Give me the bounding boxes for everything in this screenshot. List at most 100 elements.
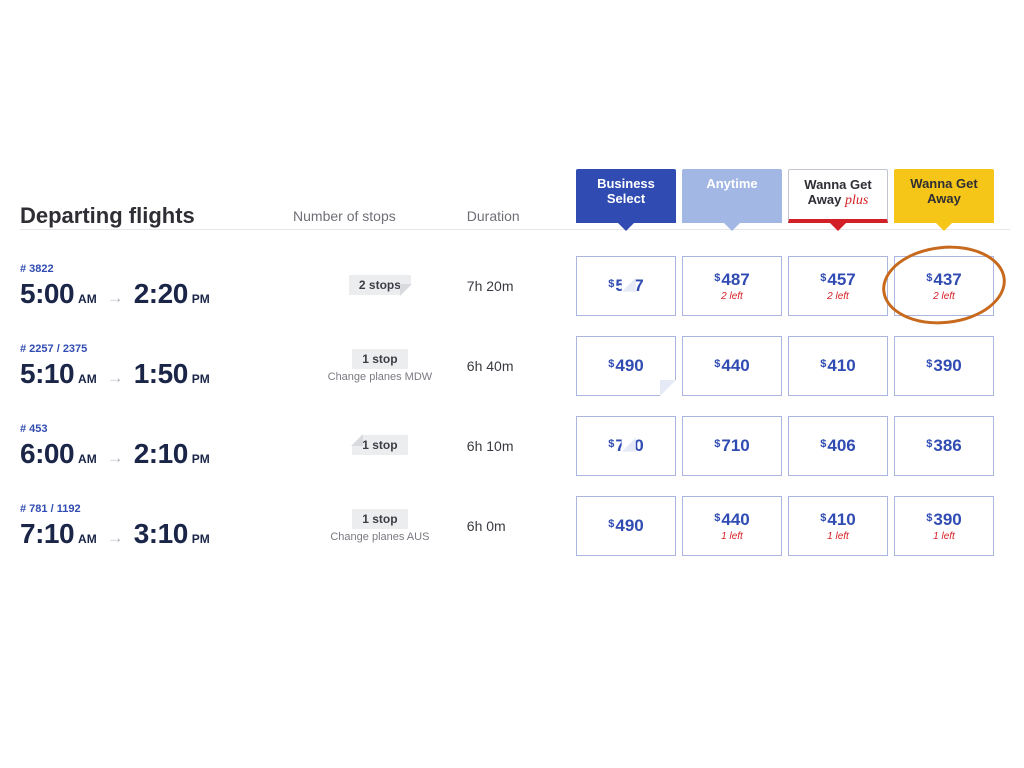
fare-class-line2: Away — [927, 191, 961, 206]
fare-price: $457 — [820, 270, 856, 290]
arrow-right-icon: → — [105, 288, 126, 308]
duration-value: 6h 40m — [467, 358, 576, 374]
stops-badge: 1 stop — [352, 349, 407, 369]
flight-row: # 38225:00AM→2:20PM2 stops7h 20m$537$487… — [20, 250, 1010, 330]
flight-rows: # 38225:00AM→2:20PM2 stops7h 20m$537$487… — [20, 250, 1010, 570]
arrival-time: 1:50 — [134, 358, 188, 390]
flight-number[interactable]: # 3822 — [20, 263, 293, 275]
departure-time: 6:00 — [20, 438, 74, 470]
chevron-down-icon — [616, 221, 636, 231]
seats-left-note: 1 left — [721, 531, 743, 542]
fare-option[interactable]: $490 — [576, 496, 676, 556]
departure-ampm: AM — [78, 452, 97, 466]
fare-price: $437 — [926, 270, 962, 290]
arrival-ampm: PM — [192, 372, 210, 386]
stops-cell[interactable]: 1 stop — [293, 435, 467, 457]
fare-option[interactable]: $537 — [576, 256, 676, 316]
duration-value: 7h 20m — [467, 278, 576, 294]
departure-time: 5:10 — [20, 358, 74, 390]
fare-class-line2: Select — [607, 191, 645, 206]
stops-subtext: Change planes AUS — [293, 531, 467, 543]
fare-price: $410 — [820, 356, 856, 376]
departure-ampm: AM — [78, 532, 97, 546]
chevron-down-icon — [934, 221, 954, 231]
fare-price: $440 — [714, 356, 750, 376]
col-stops-label: Number of stops — [293, 208, 467, 224]
flight-times: 7:10AM→3:10PM — [20, 518, 293, 550]
flight-number[interactable]: # 453 — [20, 423, 293, 435]
fare-price: $390 — [926, 356, 962, 376]
flight-number[interactable]: # 2257 / 2375 — [20, 343, 293, 355]
arrow-right-icon: → — [105, 368, 126, 388]
fare-class-tab[interactable]: Wanna GetAway — [894, 169, 994, 223]
chevron-down-icon — [722, 221, 742, 231]
flight-row: # 4536:00AM→2:10PM1 stop6h 10m$760$710$4… — [20, 410, 1010, 490]
fare-option[interactable]: $4872 left — [682, 256, 782, 316]
duration-value: 6h 0m — [467, 518, 576, 534]
fare-class-line1: Anytime — [706, 176, 757, 191]
seats-left-note: 2 left — [721, 291, 743, 302]
stops-subtext: Change planes MDW — [293, 371, 467, 383]
flight-times: 6:00AM→2:10PM — [20, 438, 293, 470]
fare-price: $487 — [714, 270, 750, 290]
stops-badge: 2 stops — [349, 275, 411, 295]
fare-price: $386 — [926, 436, 962, 456]
arrival-time: 2:20 — [134, 278, 188, 310]
seats-left-note: 1 left — [933, 531, 955, 542]
fare-option[interactable]: $406 — [788, 416, 888, 476]
fare-option[interactable]: $4372 left — [894, 256, 994, 316]
page-curl-icon — [622, 278, 636, 292]
fare-price: $440 — [714, 510, 750, 530]
page-title: Departing flights — [20, 203, 293, 229]
fare-option[interactable]: $4101 left — [788, 496, 888, 556]
fare-option[interactable]: $3901 left — [894, 496, 994, 556]
fare-option[interactable]: $440 — [682, 336, 782, 396]
arrow-right-icon: → — [105, 448, 126, 468]
fare-class-line1: Business — [597, 176, 655, 191]
fare-class-line2: Away — [808, 192, 842, 207]
stops-cell[interactable]: 1 stop Change planes MDW — [293, 349, 467, 383]
stops-cell[interactable]: 2 stops — [293, 275, 467, 297]
chevron-down-icon — [828, 221, 848, 231]
flight-row: # 2257 / 2375 5:10 AM → 1:50 PM 1 stop Change p… — [20, 330, 1010, 410]
fare-option[interactable]: $490 — [576, 336, 676, 396]
fare-option[interactable]: $386 — [894, 416, 994, 476]
flight-number[interactable]: # 781 / 1192 — [20, 503, 293, 515]
departure-ampm: AM — [78, 372, 97, 386]
flight-times: 5:00 AM → 2:20 PM — [20, 278, 293, 310]
fare-option[interactable]: $4572 left — [788, 256, 888, 316]
seats-left-note: 1 left — [827, 531, 849, 542]
arrival-ampm: PM — [192, 452, 210, 466]
fare-class-tabs: BusinessSelectAnytimeWanna GetAway plusW… — [576, 169, 994, 229]
fare-option[interactable]: $390 — [894, 336, 994, 396]
fare-class-tab[interactable]: BusinessSelect — [576, 169, 676, 223]
departure-time: 5:00 — [20, 278, 74, 310]
fare-option[interactable]: $760 — [576, 416, 676, 476]
fare-class-line1: Wanna Get — [910, 176, 977, 191]
fare-price: $490 — [608, 356, 644, 376]
fare-option[interactable]: $710 — [682, 416, 782, 476]
arrival-ampm: PM — [192, 292, 210, 306]
fare-class-tab[interactable]: Anytime — [682, 169, 782, 223]
seats-left-note: 2 left — [827, 291, 849, 302]
page-curl-icon — [660, 380, 676, 396]
stops-cell[interactable]: 1 stop Change planes AUS — [293, 509, 467, 543]
page-curl-icon — [622, 438, 636, 452]
results-header: Departing flights Number of stops Durati… — [20, 170, 1010, 230]
fare-class-line1: Wanna Get — [804, 177, 871, 192]
stops-badge: 1 stop — [352, 435, 407, 455]
fare-option[interactable]: $410 — [788, 336, 888, 396]
arrival-time: 3:10 — [134, 518, 188, 550]
arrival-ampm: PM — [192, 532, 210, 546]
flight-times: 5:10 AM → 1:50 PM — [20, 358, 293, 390]
fare-price: $410 — [820, 510, 856, 530]
plus-label: plus — [845, 193, 868, 208]
departure-ampm: AM — [78, 292, 97, 306]
flight-row: # 781 / 11927:10AM→3:10PM1 stopChange pl… — [20, 490, 1010, 570]
fare-price: $710 — [714, 436, 750, 456]
fare-option[interactable]: $4401 left — [682, 496, 782, 556]
fare-class-tab[interactable]: Wanna GetAway plus — [788, 169, 888, 223]
stops-badge: 1 stop — [352, 509, 407, 529]
fare-price: $490 — [608, 516, 644, 536]
fare-price: $406 — [820, 436, 856, 456]
